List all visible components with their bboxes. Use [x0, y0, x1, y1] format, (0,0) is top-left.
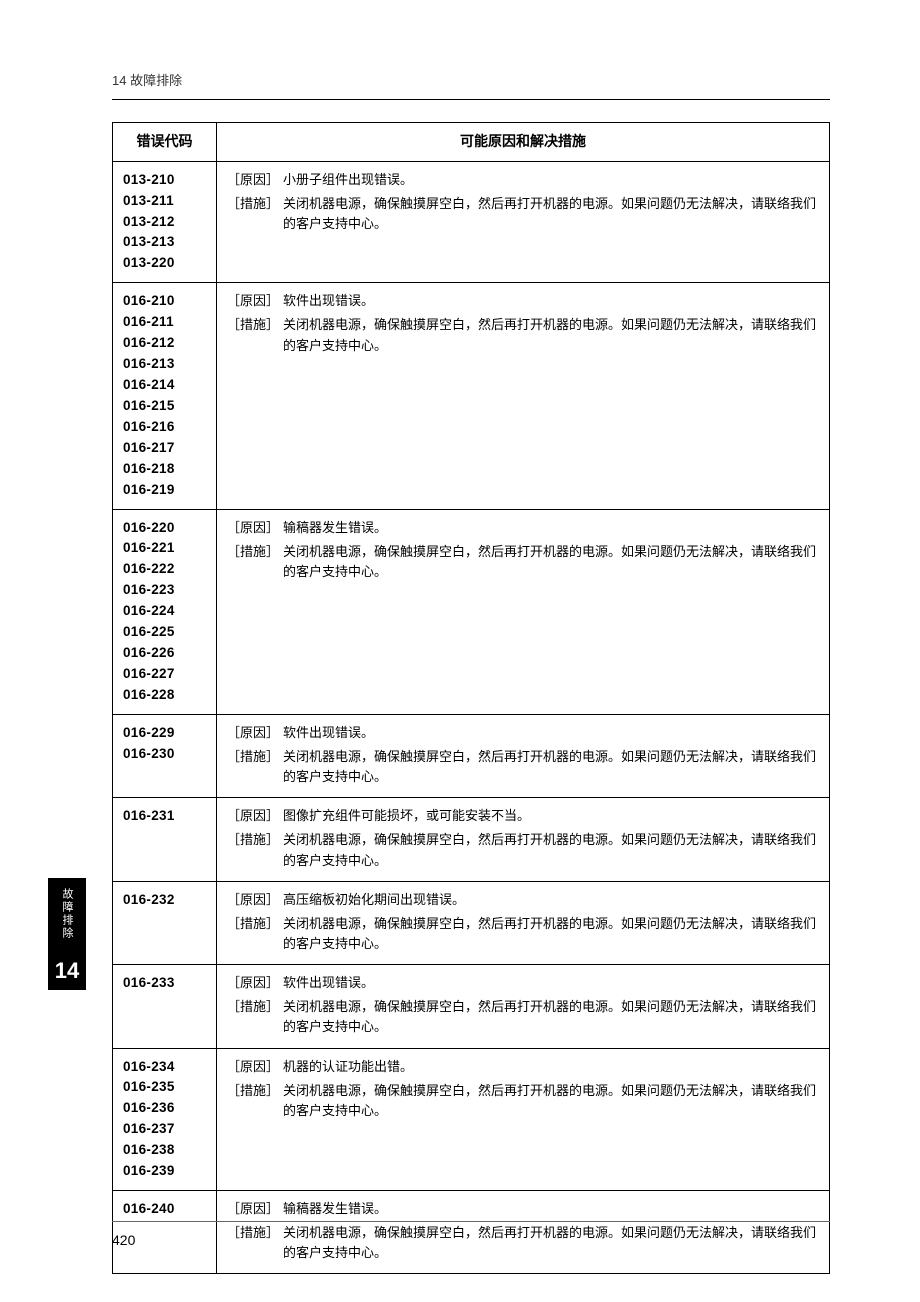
action-label: ［措施］	[227, 315, 283, 355]
error-desc-cell: ［原因］高压缩板初始化期间出现错误。［措施］关闭机器电源，确保触摸屏空白，然后再…	[217, 881, 830, 964]
cause-text: 机器的认证功能出错。	[283, 1057, 819, 1077]
cause-text: 高压缩板初始化期间出现错误。	[283, 890, 819, 910]
error-desc-cell: ［原因］图像扩充组件可能损坏，或可能安装不当。［措施］关闭机器电源，确保触摸屏空…	[217, 798, 830, 881]
action-text: 关闭机器电源，确保触摸屏空白，然后再打开机器的电源。如果问题仍无法解决，请联络我…	[283, 1223, 819, 1263]
action-label: ［措施］	[227, 1081, 283, 1121]
action-label: ［措施］	[227, 747, 283, 787]
action-text: 关闭机器电源，确保触摸屏空白，然后再打开机器的电源。如果问题仍无法解决，请联络我…	[283, 747, 819, 787]
cause-label: ［原因］	[227, 806, 283, 826]
error-code-cell: 013-210 013-211 013-212 013-213 013-220	[113, 161, 217, 283]
error-code-cell: 016-233	[113, 965, 217, 1048]
table-row: 016-220 016-221 016-222 016-223 016-224 …	[113, 509, 830, 714]
error-desc-cell: ［原因］软件出现错误。［措施］关闭机器电源，确保触摸屏空白，然后再打开机器的电源…	[217, 965, 830, 1048]
error-code-cell: 016-234 016-235 016-236 016-237 016-238 …	[113, 1048, 217, 1191]
page-number: 420	[112, 1232, 135, 1248]
error-desc-cell: ［原因］小册子组件出现错误。［措施］关闭机器电源，确保触摸屏空白，然后再打开机器…	[217, 161, 830, 283]
table-row: 016-231［原因］图像扩充组件可能损坏，或可能安装不当。［措施］关闭机器电源…	[113, 798, 830, 881]
chapter-tab-number: 14	[48, 958, 86, 984]
cause-label: ［原因］	[227, 1199, 283, 1219]
error-desc-cell: ［原因］输稿器发生错误。［措施］关闭机器电源，确保触摸屏空白，然后再打开机器的电…	[217, 509, 830, 714]
table-row: 016-232［原因］高压缩板初始化期间出现错误。［措施］关闭机器电源，确保触摸…	[113, 881, 830, 964]
chapter-tab-label: 故障排除	[59, 878, 75, 940]
cause-text: 图像扩充组件可能损坏，或可能安装不当。	[283, 806, 819, 826]
error-desc-cell: ［原因］软件出现错误。［措施］关闭机器电源，确保触摸屏空白，然后再打开机器的电源…	[217, 283, 830, 509]
error-code-table: 错误代码 可能原因和解决措施 013-210 013-211 013-212 0…	[112, 122, 830, 1274]
action-label: ［措施］	[227, 194, 283, 234]
error-desc-cell: ［原因］输稿器发生错误。［措施］关闭机器电源，确保触摸屏空白，然后再打开机器的电…	[217, 1191, 830, 1274]
action-text: 关闭机器电源，确保触摸屏空白，然后再打开机器的电源。如果问题仍无法解决，请联络我…	[283, 830, 819, 870]
action-text: 关闭机器电源，确保触摸屏空白，然后再打开机器的电源。如果问题仍无法解决，请联络我…	[283, 914, 819, 954]
cause-text: 软件出现错误。	[283, 973, 819, 993]
action-text: 关闭机器电源，确保触摸屏空白，然后再打开机器的电源。如果问题仍无法解决，请联络我…	[283, 997, 819, 1037]
cause-label: ［原因］	[227, 723, 283, 743]
cause-label: ［原因］	[227, 1057, 283, 1077]
table-row: 013-210 013-211 013-212 013-213 013-220［…	[113, 161, 830, 283]
error-code-cell: 016-232	[113, 881, 217, 964]
action-label: ［措施］	[227, 997, 283, 1037]
cause-text: 输稿器发生错误。	[283, 1199, 819, 1219]
action-label: ［措施］	[227, 830, 283, 870]
action-text: 关闭机器电源，确保触摸屏空白，然后再打开机器的电源。如果问题仍无法解决，请联络我…	[283, 315, 819, 355]
cause-label: ［原因］	[227, 890, 283, 910]
action-text: 关闭机器电源，确保触摸屏空白，然后再打开机器的电源。如果问题仍无法解决，请联络我…	[283, 542, 819, 582]
action-text: 关闭机器电源，确保触摸屏空白，然后再打开机器的电源。如果问题仍无法解决，请联络我…	[283, 194, 819, 234]
error-code-cell: 016-220 016-221 016-222 016-223 016-224 …	[113, 509, 217, 714]
error-code-cell: 016-210 016-211 016-212 016-213 016-214 …	[113, 283, 217, 509]
running-header: 14 故障排除	[112, 70, 830, 100]
col-header-code: 错误代码	[113, 123, 217, 162]
action-label: ［措施］	[227, 1223, 283, 1263]
cause-text: 小册子组件出现错误。	[283, 170, 819, 190]
chapter-tab: 故障排除 14	[48, 878, 86, 990]
cause-label: ［原因］	[227, 518, 283, 538]
error-desc-cell: ［原因］软件出现错误。［措施］关闭机器电源，确保触摸屏空白，然后再打开机器的电源…	[217, 714, 830, 797]
error-code-cell: 016-231	[113, 798, 217, 881]
error-desc-cell: ［原因］机器的认证功能出错。［措施］关闭机器电源，确保触摸屏空白，然后再打开机器…	[217, 1048, 830, 1191]
cause-text: 输稿器发生错误。	[283, 518, 819, 538]
cause-text: 软件出现错误。	[283, 291, 819, 311]
footer-rule	[112, 1221, 830, 1222]
action-label: ［措施］	[227, 914, 283, 954]
cause-label: ［原因］	[227, 973, 283, 993]
cause-label: ［原因］	[227, 170, 283, 190]
table-row: 016-234 016-235 016-236 016-237 016-238 …	[113, 1048, 830, 1191]
table-row: 016-240［原因］输稿器发生错误。［措施］关闭机器电源，确保触摸屏空白，然后…	[113, 1191, 830, 1274]
cause-label: ［原因］	[227, 291, 283, 311]
table-row: 016-233［原因］软件出现错误。［措施］关闭机器电源，确保触摸屏空白，然后再…	[113, 965, 830, 1048]
action-text: 关闭机器电源，确保触摸屏空白，然后再打开机器的电源。如果问题仍无法解决，请联络我…	[283, 1081, 819, 1121]
table-row: 016-210 016-211 016-212 016-213 016-214 …	[113, 283, 830, 509]
cause-text: 软件出现错误。	[283, 723, 819, 743]
col-header-desc: 可能原因和解决措施	[217, 123, 830, 162]
action-label: ［措施］	[227, 542, 283, 582]
error-code-cell: 016-229 016-230	[113, 714, 217, 797]
table-row: 016-229 016-230［原因］软件出现错误。［措施］关闭机器电源，确保触…	[113, 714, 830, 797]
